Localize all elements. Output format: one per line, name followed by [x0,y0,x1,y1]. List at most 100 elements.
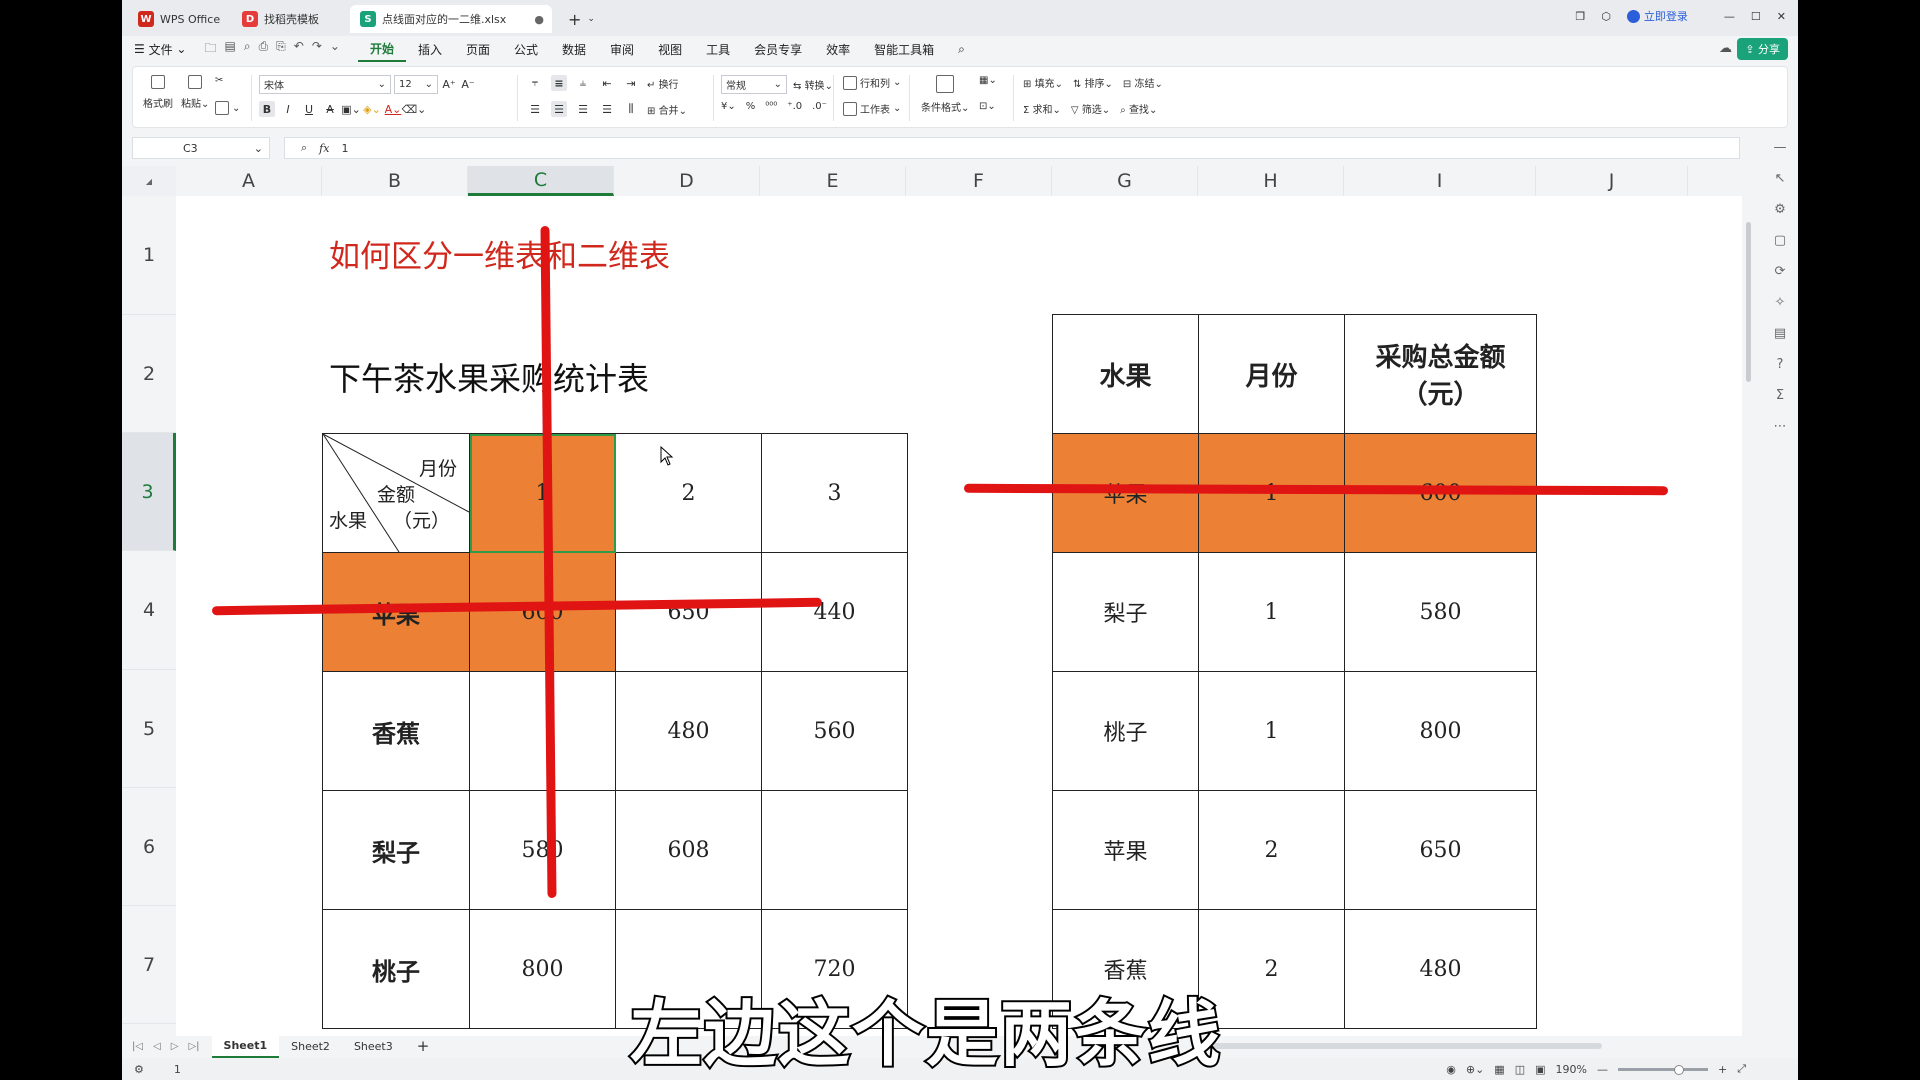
wrap-text-button[interactable]: ↵ 换行 [647,76,679,91]
table-cell[interactable]: 梨子 [1052,552,1199,672]
row-col-button[interactable]: 行和列 ⌄ [843,75,901,90]
menu-data[interactable]: 数据 [550,36,598,62]
collapse-icon[interactable]: — [1774,140,1787,155]
worksheet-button[interactable]: 工作表 ⌄ [843,101,901,116]
book-icon[interactable]: ▤ [1774,326,1786,341]
file-menu[interactable]: ☰ 文件 ⌄ [122,36,198,62]
table-cell[interactable]: 桃子 [1052,671,1199,791]
decimal-increase-icon[interactable]: ⁺.0 [787,101,802,112]
tools-icon[interactable]: ✧ [1775,295,1786,310]
search-doc-icon[interactable]: ⌕ [244,39,251,60]
row-header-7[interactable]: 7 [122,906,176,1024]
formula-icon[interactable]: Σ [1776,388,1784,403]
close-icon[interactable]: ✕ [1777,10,1786,23]
eye-protection-icon[interactable]: ◉ [1446,1063,1456,1076]
menu-formula[interactable]: 公式 [502,36,550,62]
table-cell[interactable]: 650 [615,552,762,672]
zoom-slider[interactable] [1617,1064,1708,1075]
column-header-e[interactable]: E [760,166,906,196]
backup-icon[interactable]: ⟳ [1775,264,1786,279]
tab-templates[interactable]: D 找稻壳模板 [232,5,328,33]
fruit-row-header[interactable]: 香蕉 [322,671,470,791]
fx-icon[interactable]: fx [319,142,329,155]
vertical-scrollbar[interactable] [1742,202,1754,1032]
column-header-h[interactable]: H [1198,166,1344,196]
more-icon[interactable]: ⋯ [1774,419,1787,434]
menu-home[interactable]: 开始 [357,36,406,62]
format-painter-button[interactable]: 格式刷 [143,75,173,110]
tab-wps-office[interactable]: W WPS Office [128,5,224,33]
align-top-icon[interactable]: ⫧ [527,75,543,91]
header-total-amount[interactable]: 采购总金额（元） [1344,314,1537,434]
minimize-icon[interactable]: — [1724,10,1735,23]
redo-icon[interactable]: ↷ [312,39,322,60]
row-header-1[interactable]: 1 [122,196,176,315]
menu-view[interactable]: 视图 [646,36,694,62]
table-cell[interactable]: 1 [1198,671,1345,791]
fill-color-icon[interactable]: ◈⌄ [363,101,381,117]
print-icon[interactable]: ⎙ [259,39,269,60]
align-bottom-icon[interactable]: ⫨ [575,75,591,91]
copy-button[interactable]: ⌄ [215,101,240,115]
cube-icon[interactable]: ⬡ [1601,10,1611,23]
align-left-icon[interactable]: ☰ [527,101,543,117]
horizontal-scrollbar[interactable] [1202,1043,1602,1049]
last-sheet-icon[interactable]: ▷| [188,1041,199,1052]
menu-insert[interactable]: 插入 [406,36,454,62]
normal-view-icon[interactable]: ▦ [1494,1063,1504,1076]
add-sheet-button[interactable]: + [405,1034,442,1058]
page-break-icon[interactable]: ▣ [1535,1063,1545,1076]
column-header-i[interactable]: I [1344,166,1536,196]
menu-review[interactable]: 审阅 [598,36,646,62]
conditional-format-button[interactable]: 条件格式⌄ [921,75,969,114]
fullscreen-icon[interactable]: ⤢ [1737,1062,1746,1076]
zoom-level[interactable]: 190% [1556,1063,1587,1076]
more-chevron-icon[interactable]: ⌄ [330,39,340,60]
column-header-c[interactable]: C [468,166,614,196]
convert-button[interactable]: ⇆ 转换⌄ [793,77,833,92]
menu-efficiency[interactable]: 效率 [814,36,862,62]
next-sheet-icon[interactable]: ▷ [171,1041,179,1052]
sheet-title-red[interactable]: 如何区分一维表和二维表 [329,231,670,276]
indent-increase-icon[interactable]: ⇥ [623,75,639,91]
month-header-cell[interactable]: 2 [615,433,762,553]
open-folder-icon[interactable]: 🗀 [204,39,216,60]
table-cell[interactable]: 600 [469,552,616,672]
distributed-icon[interactable]: ⫼ [623,101,639,117]
column-header-g[interactable]: G [1052,166,1198,196]
month-header-cell[interactable]: 3 [761,433,908,553]
table-cell[interactable]: 580 [1344,552,1537,672]
filter-button[interactable]: ▽ 筛选⌄ [1071,101,1110,116]
font-color-icon[interactable]: A⌄ [385,101,402,117]
table-cell[interactable]: 480 [615,671,762,791]
sum-button[interactable]: Σ 求和⌄ [1023,101,1061,116]
find-button[interactable]: ⌕ 查找⌄ [1120,101,1157,116]
currency-icon[interactable]: ¥⌄ [721,101,736,112]
table-cell[interactable]: 800 [1344,671,1537,791]
save-icon[interactable]: ▤ [224,39,235,60]
page-layout-icon[interactable]: ◫ [1515,1063,1525,1076]
crosshair-icon[interactable]: ⊕⌄ [1466,1063,1484,1076]
menu-member[interactable]: 会员专享 [742,36,814,62]
paste-button[interactable]: 粘贴⌄ [181,75,209,110]
undo-icon[interactable]: ↶ [294,39,304,60]
italic-icon[interactable]: I [280,101,296,117]
table-cell[interactable]: 650 [1344,790,1537,910]
search-icon[interactable]: ⌕ [946,36,977,62]
share-button[interactable]: ⇪ 分享 [1737,38,1788,60]
menu-tools[interactable]: 工具 [694,36,742,62]
cut-button[interactable]: ✂ [215,75,223,86]
sheet-canvas[interactable]: 如何区分一维表和二维表 下午茶水果采购统计表 月份 金额 （元） 水果 2 3 … [176,196,1742,1036]
new-tab-button[interactable]: + ⌄ [558,5,598,33]
cloud-icon[interactable]: ☁ [1719,41,1732,56]
tab-close-dot-icon[interactable]: ● [534,13,544,26]
fruit-row-header[interactable]: 桃子 [322,909,470,1029]
table-cell[interactable]: 608 [615,790,762,910]
align-right-icon[interactable]: ☰ [575,101,591,117]
menu-page[interactable]: 页面 [454,36,502,62]
note-icon[interactable]: ▢ [1774,233,1786,248]
diagonal-header-cell[interactable]: 月份 金额 （元） 水果 [322,433,470,553]
indent-decrease-icon[interactable]: ⇤ [599,75,615,91]
percent-icon[interactable]: % [746,101,756,112]
border-icon[interactable]: ▣⌄ [341,101,361,117]
